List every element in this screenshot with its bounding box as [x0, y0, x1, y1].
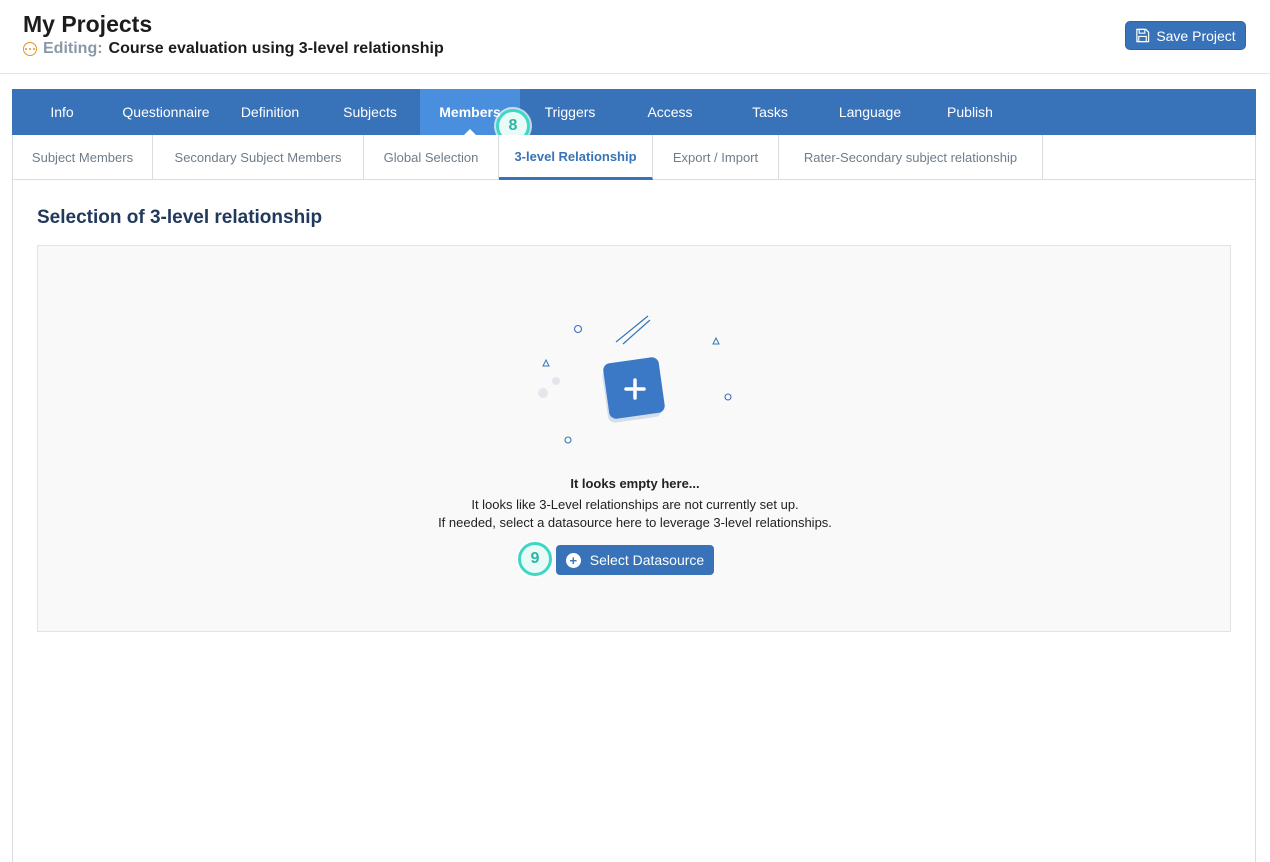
subtab-export-import[interactable]: Export / Import [653, 135, 779, 180]
tab-definition[interactable]: Definition [220, 89, 320, 135]
subtab-3-level-relationship[interactable]: 3-level Relationship [499, 135, 653, 180]
subtab-global-selection[interactable]: Global Selection [364, 135, 499, 180]
plus-circle-icon: + [565, 552, 581, 568]
tab-subjects[interactable]: Subjects [320, 89, 420, 135]
editing-indicator: Editing: Course evaluation using 3-level… [23, 40, 444, 58]
subtab-subject-members[interactable]: Subject Members [13, 135, 153, 180]
save-project-button[interactable]: Save Project [1125, 21, 1246, 50]
select-datasource-label: Select Datasource [589, 552, 705, 568]
subtab-secondary-subject-members[interactable]: Secondary Subject Members [153, 135, 364, 180]
tab-publish[interactable]: Publish [920, 89, 1020, 135]
page-title: My Projects [23, 11, 153, 37]
tab-triggers[interactable]: Triggers [520, 89, 620, 135]
tab-language[interactable]: Language [820, 89, 920, 135]
page-header: My Projects Editing: Course evaluation u… [0, 0, 1270, 74]
tab-tasks[interactable]: Tasks [720, 89, 820, 135]
empty-state-hint: If needed, select a datasource here to l… [438, 515, 832, 530]
empty-state-message: It looks like 3-Level relationships are … [471, 497, 799, 512]
section-title: Selection of 3-level relationship [37, 207, 323, 228]
floppy-disk-icon [1136, 28, 1150, 43]
sub-nav: Subject Members Secondary Subject Member… [13, 135, 1255, 180]
empty-state-heading: It looks empty here... [570, 476, 700, 491]
tab-info[interactable]: Info [12, 89, 112, 135]
main-nav: Info Questionnaire Definition Subjects M… [12, 89, 1256, 135]
editing-label: Editing: [43, 40, 103, 57]
project-name: Course evaluation using 3-level relation… [108, 40, 444, 57]
subtab-rater-secondary-subject-relationship[interactable]: Rater-Secondary subject relationship [779, 135, 1043, 180]
step-badge-select: 9 [518, 542, 552, 576]
more-dots-icon [23, 42, 37, 56]
tab-questionnaire[interactable]: Questionnaire [116, 89, 216, 135]
save-project-label: Save Project [1156, 27, 1236, 44]
tab-access[interactable]: Access [620, 89, 720, 135]
empty-state-illustration-icon [538, 315, 732, 444]
select-datasource-button[interactable]: + Select Datasource [556, 545, 714, 575]
empty-state-panel: It looks empty here... It looks like 3-L… [37, 245, 1231, 632]
